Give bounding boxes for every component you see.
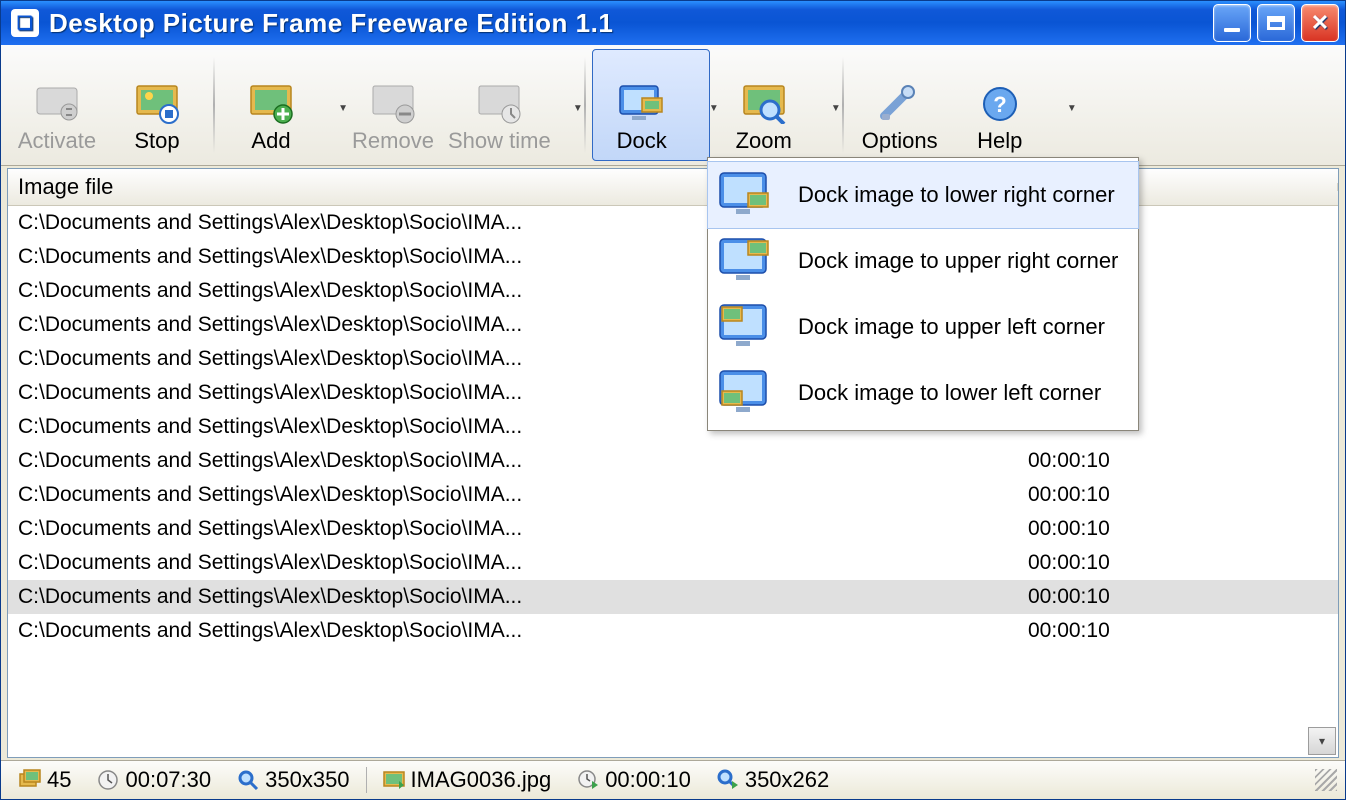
- monitor-icon: [714, 169, 778, 221]
- monitor-icon: [714, 235, 778, 287]
- dock-menu-item[interactable]: Dock image to upper right corner: [708, 228, 1138, 294]
- window-title: Desktop Picture Frame Freeware Edition 1…: [49, 8, 1213, 39]
- dropdown-arrow-icon[interactable]: ▼: [1067, 103, 1077, 114]
- magnifier-play-icon: [717, 769, 739, 791]
- add-button[interactable]: Add ▼: [221, 49, 339, 161]
- status-current-file: IMAG0036.jpg: [373, 767, 562, 793]
- status-separator: [366, 767, 367, 793]
- activate-icon: [33, 84, 81, 124]
- clock-icon: [475, 84, 523, 124]
- help-button[interactable]: ? Help ▼: [950, 49, 1068, 161]
- list-item[interactable]: C:\Documents and Settings\Alex\Desktop\S…: [8, 444, 1338, 478]
- list-item-time: 00:00:10: [1028, 614, 1328, 648]
- app-icon: ❏: [11, 9, 39, 37]
- dropdown-arrow-icon[interactable]: ▼: [831, 103, 841, 114]
- titlebar[interactable]: ❏ Desktop Picture Frame Freeware Edition…: [1, 1, 1345, 45]
- dock-menu-label: Dock image to lower right corner: [798, 182, 1122, 208]
- dock-menu-label: Dock image to upper left corner: [798, 314, 1122, 340]
- list-item-time: 00:00:10: [1028, 512, 1328, 546]
- monitor-icon: [714, 367, 778, 419]
- zoom-icon: [740, 84, 788, 124]
- toolbar-separator: [213, 57, 215, 153]
- add-icon: [247, 84, 295, 124]
- list-item-file: C:\Documents and Settings\Alex\Desktop\S…: [18, 444, 1028, 478]
- showtime-button[interactable]: Show time ▼: [443, 49, 574, 161]
- list-item[interactable]: C:\Documents and Settings\Alex\Desktop\S…: [8, 478, 1338, 512]
- list-item-file: C:\Documents and Settings\Alex\Desktop\S…: [18, 512, 1028, 546]
- help-icon: ?: [976, 84, 1024, 124]
- list-item-time: 00:00:10: [1028, 580, 1328, 614]
- list-item-time: 00:00:10: [1028, 478, 1328, 512]
- remove-icon: [369, 84, 417, 124]
- pictures-icon: [19, 769, 41, 791]
- stop-icon: [133, 84, 181, 124]
- zoom-button[interactable]: Zoom ▼: [714, 49, 832, 161]
- dock-menu-item[interactable]: Dock image to upper left corner: [708, 294, 1138, 360]
- status-current-time: 00:00:10: [567, 767, 701, 793]
- maximize-button[interactable]: [1257, 4, 1295, 42]
- close-button[interactable]: [1301, 4, 1339, 42]
- file-list: Image file C:\Documents and Settings\Ale…: [7, 168, 1339, 758]
- dock-menu-item[interactable]: Dock image to lower right corner: [707, 161, 1139, 229]
- picture-icon: [383, 769, 405, 791]
- list-item[interactable]: C:\Documents and Settings\Alex\Desktop\S…: [8, 512, 1338, 546]
- dock-menu-item[interactable]: Dock image to lower left corner: [708, 360, 1138, 426]
- dropdown-arrow-icon[interactable]: ▼: [573, 103, 583, 114]
- scroll-down-button[interactable]: ▾: [1308, 727, 1336, 755]
- dock-icon: [618, 84, 666, 124]
- activate-button[interactable]: Activate: [7, 49, 107, 161]
- dock-menu-label: Dock image to upper right corner: [798, 248, 1122, 274]
- dock-dropdown-menu: Dock image to lower right corner Dock ima…: [707, 157, 1139, 431]
- list-item-file: C:\Documents and Settings\Alex\Desktop\S…: [18, 580, 1028, 614]
- options-icon: [876, 84, 924, 124]
- app-window: ❏ Desktop Picture Frame Freeware Edition…: [0, 0, 1346, 800]
- clock-play-icon: [577, 769, 599, 791]
- list-item-time: 00:00:10: [1028, 444, 1328, 478]
- monitor-icon: [714, 301, 778, 353]
- options-button[interactable]: Options: [850, 49, 950, 161]
- status-current-size: 350x262: [707, 767, 839, 793]
- svg-text:?: ?: [993, 92, 1006, 117]
- dock-button[interactable]: Dock ▼: [592, 49, 710, 161]
- status-total-time: 00:07:30: [87, 767, 221, 793]
- stop-button[interactable]: Stop: [107, 49, 207, 161]
- list-item-file: C:\Documents and Settings\Alex\Desktop\S…: [18, 546, 1028, 580]
- list-item-file: C:\Documents and Settings\Alex\Desktop\S…: [18, 614, 1028, 648]
- minimize-button[interactable]: [1213, 4, 1251, 42]
- list-item[interactable]: C:\Documents and Settings\Alex\Desktop\S…: [8, 580, 1338, 614]
- list-item-time: 00:00:10: [1028, 546, 1328, 580]
- toolbar-separator: [584, 57, 586, 153]
- dock-menu-label: Dock image to lower left corner: [798, 380, 1122, 406]
- status-thumb-size: 350x350: [227, 767, 359, 793]
- clock-icon: [97, 769, 119, 791]
- toolbar: Activate Stop Add ▼ Remove Show t: [1, 45, 1345, 166]
- magnifier-icon: [237, 769, 259, 791]
- resize-grip[interactable]: [1315, 769, 1337, 791]
- list-item-file: C:\Documents and Settings\Alex\Desktop\S…: [18, 478, 1028, 512]
- window-buttons: [1213, 4, 1339, 42]
- list-item[interactable]: C:\Documents and Settings\Alex\Desktop\S…: [8, 614, 1338, 648]
- statusbar: 45 00:07:30 350x350 IMAG0036.jpg 00:00:1…: [1, 760, 1345, 799]
- status-count: 45: [9, 767, 81, 793]
- remove-button[interactable]: Remove: [343, 49, 443, 161]
- list-item[interactable]: C:\Documents and Settings\Alex\Desktop\S…: [8, 546, 1338, 580]
- toolbar-separator: [842, 57, 844, 153]
